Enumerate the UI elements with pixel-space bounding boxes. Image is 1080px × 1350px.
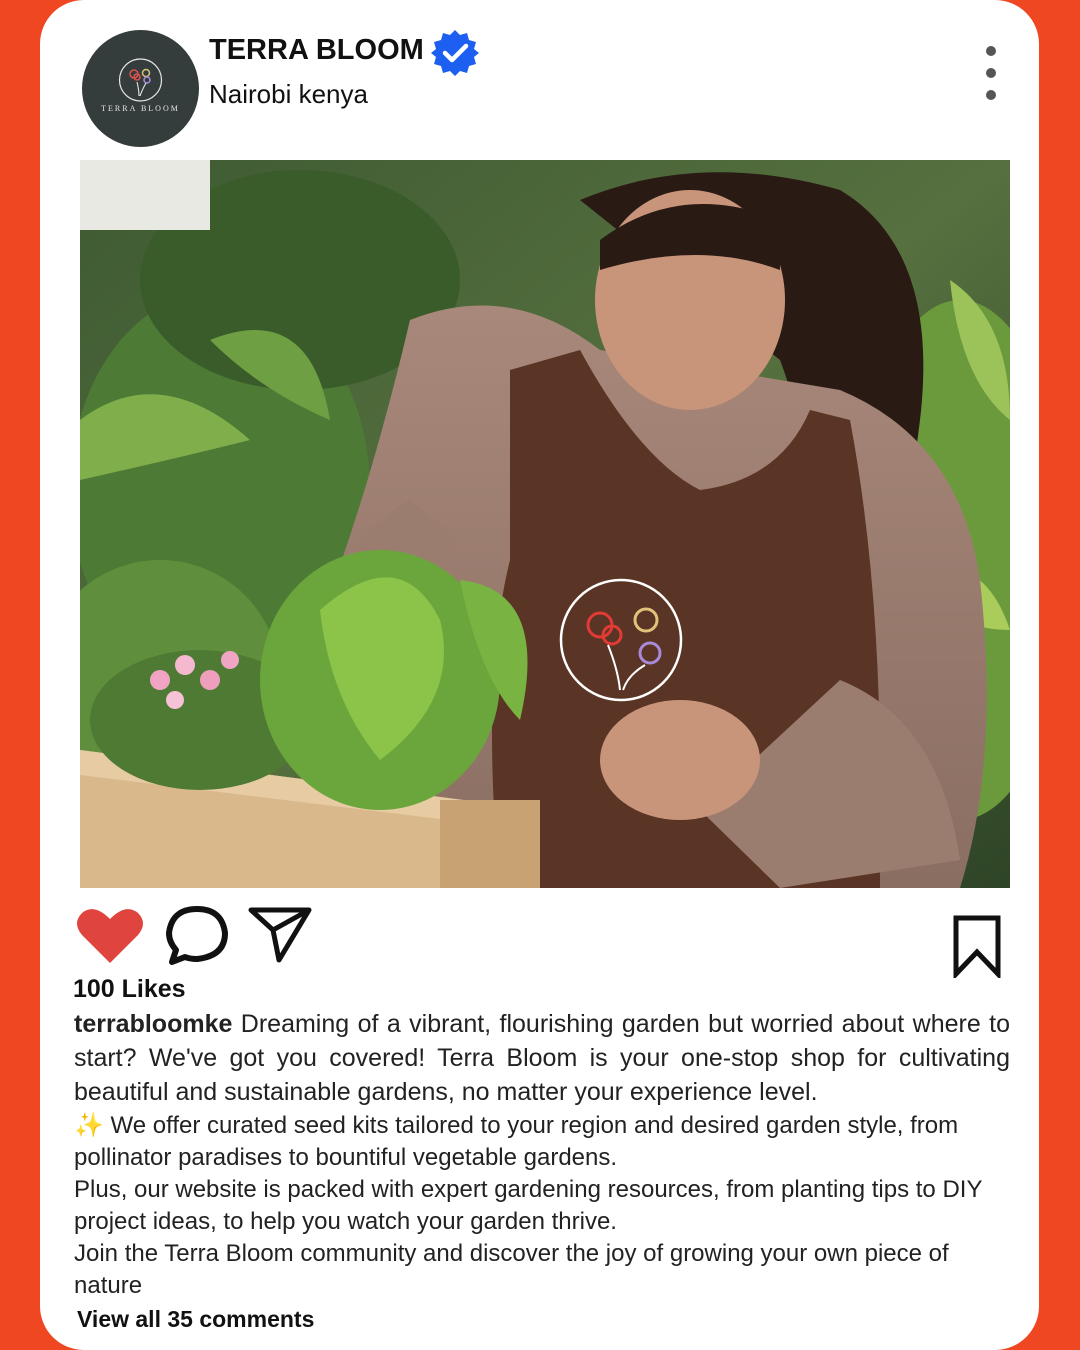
caption-paragraph-2: ✨ We offer curated seed kits tailored to… <box>74 1112 959 1171</box>
account-name[interactable]: TERRA BLOOM <box>209 34 424 67</box>
comment-icon[interactable] <box>164 904 230 966</box>
view-comments-link[interactable]: View all 35 comments <box>77 1306 314 1333</box>
bookmark-icon[interactable] <box>952 914 1002 978</box>
send-icon[interactable] <box>247 906 313 964</box>
caption-paragraph-3: Plus, our website is packed with expert … <box>74 1176 983 1235</box>
heart-icon[interactable] <box>76 905 144 965</box>
caption-username[interactable]: terrabloomke <box>74 1010 232 1038</box>
caption-paragraph-4: Join the Terra Bloom community and disco… <box>74 1240 949 1299</box>
likes-count[interactable]: 100 Likes <box>73 975 186 1004</box>
avatar-logo-text: TERRA BLOOM <box>101 104 180 113</box>
gardener-photo-illustration <box>80 160 1010 888</box>
caption: terrabloomke Dreaming of a vibrant, flou… <box>74 1007 1010 1109</box>
verified-badge-icon <box>431 30 479 76</box>
more-vertical-icon[interactable] <box>979 42 1003 104</box>
post-photo[interactable] <box>80 160 1010 888</box>
flower-logo-icon <box>118 58 163 102</box>
location-label[interactable]: Nairobi kenya <box>209 79 368 110</box>
avatar[interactable]: TERRA BLOOM <box>82 30 199 147</box>
